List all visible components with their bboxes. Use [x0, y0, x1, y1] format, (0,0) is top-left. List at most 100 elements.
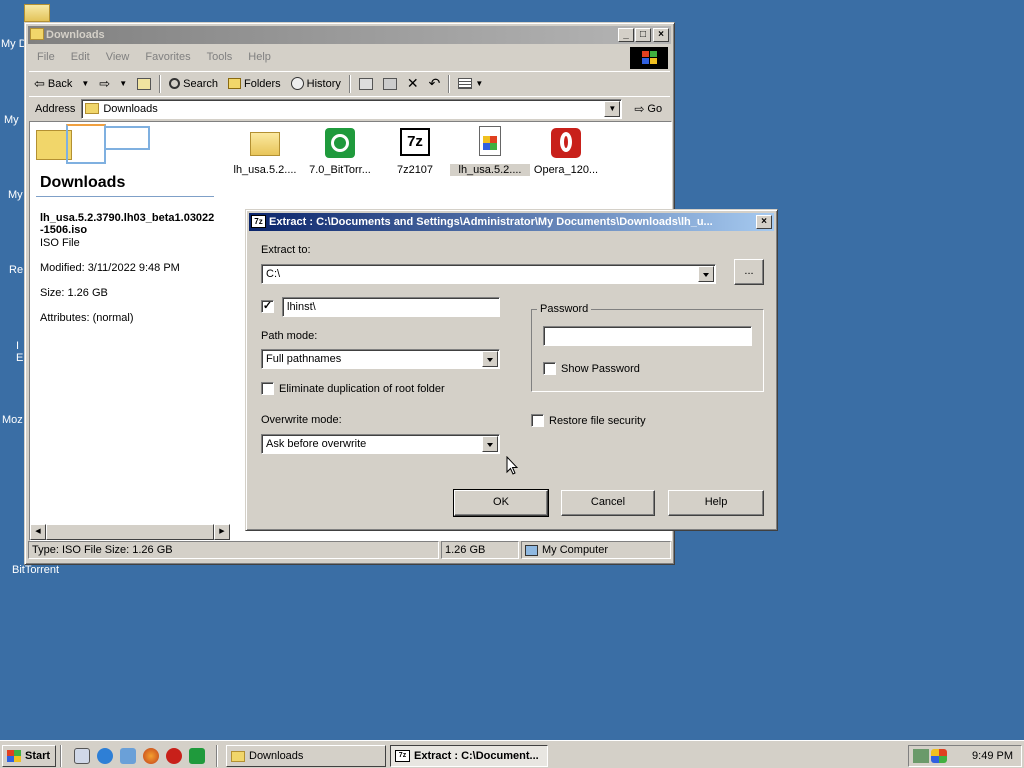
panel-filetype: ISO File	[40, 237, 80, 249]
maximize-button[interactable]: □	[635, 28, 651, 42]
path-mode-select[interactable]: Full pathnames	[261, 349, 500, 369]
back-button[interactable]: ⇦ Back ▼	[29, 73, 94, 95]
bittorrent-icon[interactable]	[189, 748, 205, 764]
address-combo[interactable]: Downloads ▼	[81, 98, 623, 119]
forward-button[interactable]: ⇨ ▼	[94, 73, 132, 95]
dialog-titlebar[interactable]: 7z Extract : C:\Documents and Settings\A…	[249, 213, 774, 231]
restore-security-label: Restore file security	[549, 415, 646, 427]
address-label: Address	[35, 102, 76, 115]
desktop-label-bittorrent[interactable]: BitTorrent	[12, 564, 59, 576]
desktop-label-ie-2[interactable]: E	[16, 352, 23, 364]
up-folder-button[interactable]	[132, 73, 156, 95]
file-item-selected[interactable]: lh_usa.5.2....	[450, 126, 530, 176]
overwrite-mode-label: Overwrite mode:	[261, 414, 342, 426]
search-button[interactable]: Search	[164, 73, 223, 95]
folder-banner-icon	[36, 124, 150, 174]
move-to-button[interactable]	[354, 73, 378, 95]
taskbar-item-downloads[interactable]: Downloads	[226, 745, 386, 767]
menu-tools[interactable]: Tools	[199, 51, 241, 63]
explorer-titlebar[interactable]: Downloads _ □ ×	[28, 26, 671, 44]
show-desktop-icon[interactable]	[74, 748, 90, 764]
safely-remove-hardware-icon[interactable]	[913, 749, 929, 763]
dialog-close-button[interactable]: ×	[756, 215, 772, 229]
my-computer-icon	[525, 544, 538, 556]
taskbar-separator	[60, 745, 62, 767]
firefox-icon[interactable]	[143, 748, 159, 764]
network-status-icon[interactable]	[931, 749, 947, 763]
taskbar-item-extract[interactable]: 7z Extract : C:\Document...	[390, 745, 548, 767]
copy-to-button[interactable]	[378, 73, 402, 95]
sevenzip-icon: 7z	[398, 126, 432, 160]
move-to-icon	[358, 77, 373, 90]
extract-to-label: Extract to:	[261, 244, 311, 256]
search-icon	[169, 78, 181, 89]
eliminate-duplication-checkbox[interactable]	[261, 382, 274, 395]
panel-title: Downloads	[40, 174, 126, 191]
start-button[interactable]: Start	[2, 745, 56, 767]
chevron-down-icon[interactable]	[482, 351, 498, 367]
opera-icon[interactable]	[166, 748, 182, 764]
desktop-label-recycle-bin[interactable]: Re	[9, 264, 23, 276]
menu-view[interactable]: View	[98, 51, 138, 63]
network-icon[interactable]	[120, 748, 136, 764]
desktop-label-my-documents[interactable]: My D	[1, 38, 27, 50]
subfolder-input[interactable]: lhinst\	[282, 297, 500, 317]
windows-logo-icon	[630, 47, 668, 69]
folder-icon	[85, 103, 100, 114]
show-password-checkbox[interactable]	[543, 362, 556, 375]
taskbar-separator	[216, 745, 218, 767]
panel-title-underline	[36, 196, 214, 197]
address-dropdown-button[interactable]: ▼	[604, 100, 621, 117]
file-item[interactable]: 7.0_BitTorr...	[300, 126, 380, 176]
extract-to-combo[interactable]: C:\	[261, 264, 716, 284]
panel-modified: Modified: 3/11/2022 9:48 PM	[40, 262, 180, 274]
scroll-thumb[interactable]	[46, 524, 214, 540]
status-bar: Type: ISO File Size: 1.26 GB 1.26 GB My …	[28, 541, 671, 561]
password-input[interactable]	[543, 326, 752, 346]
scroll-right-button[interactable]: ▶	[214, 524, 230, 540]
folders-button[interactable]: Folders	[223, 73, 286, 95]
cancel-button[interactable]: Cancel	[561, 490, 655, 516]
horizontal-scrollbar[interactable]: ◀ ▶	[30, 524, 230, 540]
history-button[interactable]: History	[286, 73, 346, 95]
file-item[interactable]: lh_usa.5.2....	[225, 126, 305, 176]
restore-security-checkbox[interactable]	[531, 414, 544, 427]
panel-attributes: Attributes: (normal)	[40, 312, 134, 324]
views-button[interactable]: ▼	[453, 73, 488, 95]
clock[interactable]: 9:49 PM	[972, 750, 1013, 762]
file-item[interactable]: 7z 7z2107	[375, 126, 455, 176]
desktop-label-mozilla[interactable]: Moz	[2, 414, 23, 426]
menu-favorites[interactable]: Favorites	[137, 51, 198, 63]
close-button[interactable]: ×	[653, 28, 669, 42]
minimize-button[interactable]: _	[618, 28, 634, 42]
menu-help[interactable]: Help	[240, 51, 279, 63]
mouse-cursor-icon	[506, 456, 518, 475]
dialog-title: Extract : C:\Documents and Settings\Admi…	[269, 216, 713, 228]
internet-explorer-icon[interactable]	[97, 748, 113, 764]
menu-file[interactable]: File	[29, 51, 63, 63]
go-arrow-icon: ⇨	[634, 101, 645, 116]
status-zone: My Computer	[521, 541, 671, 559]
chevron-down-icon: ▼	[81, 79, 90, 88]
scroll-left-button[interactable]: ◀	[30, 524, 46, 540]
chevron-down-icon[interactable]	[482, 436, 498, 452]
desktop-icon-my-documents[interactable]	[24, 4, 50, 22]
bittorrent-icon	[323, 126, 357, 160]
go-button[interactable]: ⇨ Go	[628, 102, 668, 116]
desktop-label-ie-1[interactable]: I	[16, 340, 19, 352]
desktop-label-my-network[interactable]: My	[8, 189, 23, 201]
chevron-down-icon[interactable]	[698, 266, 714, 282]
taskbar: Start Downloads 7z Extract : C:\Document…	[0, 740, 1024, 768]
file-item[interactable]: Opera_120...	[526, 126, 606, 176]
browse-button[interactable]: ...	[734, 259, 764, 285]
copy-to-icon	[382, 77, 397, 90]
help-button[interactable]: Help	[668, 490, 764, 516]
subfolder-checkbox[interactable]: ✓	[261, 300, 274, 313]
overwrite-mode-select[interactable]: Ask before overwrite	[261, 434, 500, 454]
ok-button[interactable]: OK	[453, 489, 549, 517]
delete-button[interactable]: ✕	[402, 73, 424, 95]
undo-button[interactable]: ↶	[424, 73, 446, 95]
status-type-size: Type: ISO File Size: 1.26 GB	[28, 541, 439, 559]
desktop-label-my-computer[interactable]: My	[4, 114, 19, 126]
menu-edit[interactable]: Edit	[63, 51, 98, 63]
